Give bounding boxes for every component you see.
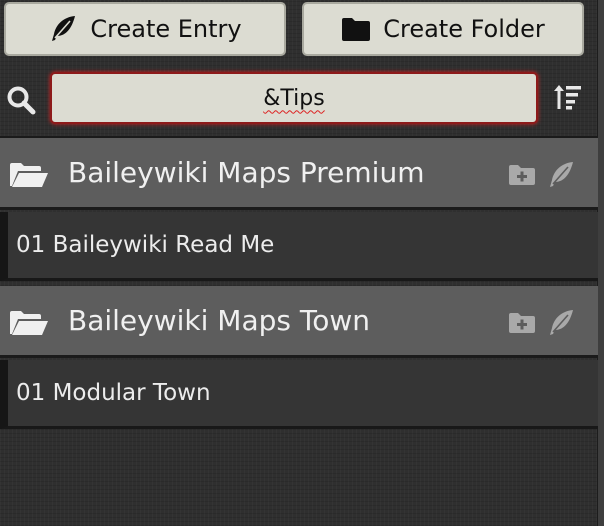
create-folder-label: Create Folder	[383, 15, 545, 43]
search-row: &Tips	[0, 68, 598, 126]
folder-icon	[341, 16, 371, 42]
folder-actions	[508, 308, 576, 342]
search-icon	[6, 85, 36, 119]
folder-header[interactable]: Baileywiki Maps Premium	[0, 138, 598, 210]
directory-header-actions: Create Entry Create Folder	[4, 2, 584, 58]
feather-icon	[48, 14, 78, 44]
folder-open-icon	[9, 310, 49, 340]
folder-open-icon	[9, 162, 49, 192]
create-entry-label: Create Entry	[90, 15, 242, 43]
folder-name: Baileywiki Maps Town	[68, 304, 370, 337]
feather-icon[interactable]	[546, 160, 576, 194]
folder-plus-icon[interactable]	[508, 312, 536, 338]
list-item[interactable]: 01 Baileywiki Read Me	[0, 212, 598, 281]
search-input[interactable]	[50, 72, 538, 124]
entry-name: 01 Modular Town	[16, 380, 211, 406]
right-scroll-rail	[597, 0, 604, 526]
sort-icon[interactable]	[553, 83, 583, 115]
feather-icon[interactable]	[546, 308, 576, 342]
list-item[interactable]: 01 Modular Town	[0, 360, 598, 429]
create-entry-button[interactable]: Create Entry	[4, 2, 286, 56]
create-folder-button[interactable]: Create Folder	[302, 2, 584, 56]
folder-plus-icon[interactable]	[508, 164, 536, 190]
entry-name: 01 Baileywiki Read Me	[16, 232, 275, 258]
folder-name: Baileywiki Maps Premium	[68, 156, 425, 189]
folder-actions	[508, 160, 576, 194]
folder-header[interactable]: Baileywiki Maps Town	[0, 286, 598, 358]
